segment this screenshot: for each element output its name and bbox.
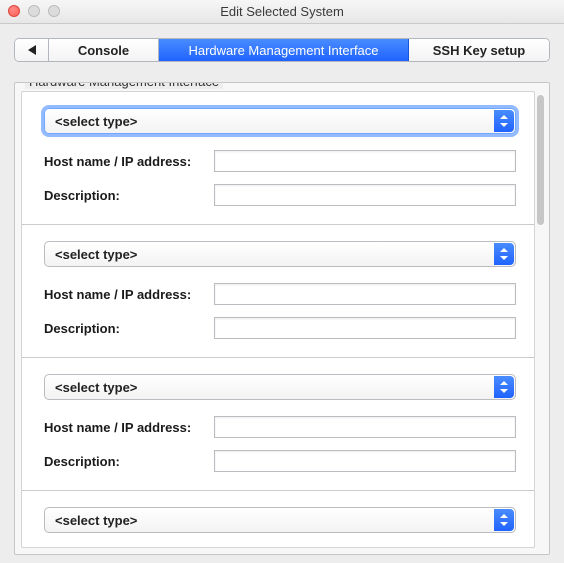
hmi-entry: <select type> Host name / IP address: De… — [22, 92, 534, 225]
host-label: Host name / IP address: — [44, 287, 214, 302]
tab-ssh-key-setup[interactable]: SSH Key setup — [409, 39, 549, 61]
minimize-window-button[interactable] — [28, 5, 40, 17]
hmi-groupbox: Hardware Management Interface <select ty… — [14, 82, 550, 555]
host-input[interactable] — [214, 283, 516, 305]
type-select-value: <select type> — [55, 247, 137, 262]
type-select-value: <select type> — [55, 114, 137, 129]
host-input[interactable] — [214, 150, 516, 172]
select-arrows-icon — [494, 110, 514, 132]
back-triangle-icon — [27, 44, 37, 56]
host-input[interactable] — [214, 416, 516, 438]
description-label: Description: — [44, 454, 214, 469]
type-select-value: <select type> — [55, 513, 137, 528]
select-arrows-icon — [494, 376, 514, 398]
close-window-button[interactable] — [8, 5, 20, 17]
zoom-window-button[interactable] — [48, 5, 60, 17]
type-select-value: <select type> — [55, 380, 137, 395]
tab-bar: Console Hardware Management Interface SS… — [14, 38, 550, 62]
host-label: Host name / IP address: — [44, 420, 214, 435]
window-title: Edit Selected System — [0, 0, 564, 24]
description-label: Description: — [44, 188, 214, 203]
host-label: Host name / IP address: — [44, 154, 214, 169]
hmi-entry: <select type> Host name / IP address: De… — [22, 358, 534, 491]
description-label: Description: — [44, 321, 214, 336]
hmi-entry: <select type> — [22, 491, 534, 548]
scrollbar-thumb[interactable] — [537, 95, 544, 225]
description-input[interactable] — [214, 184, 516, 206]
type-select[interactable]: <select type> — [44, 374, 516, 400]
type-select[interactable]: <select type> — [44, 108, 516, 134]
type-select[interactable]: <select type> — [44, 507, 516, 533]
description-input[interactable] — [214, 317, 516, 339]
groupbox-title: Hardware Management Interface — [25, 82, 223, 89]
type-select[interactable]: <select type> — [44, 241, 516, 267]
tab-hardware-management-interface[interactable]: Hardware Management Interface — [159, 39, 409, 61]
hmi-entry: <select type> Host name / IP address: De… — [22, 225, 534, 358]
tab-console[interactable]: Console — [49, 39, 159, 61]
back-button[interactable] — [15, 39, 49, 61]
description-input[interactable] — [214, 450, 516, 472]
select-arrows-icon — [494, 509, 514, 531]
window-controls — [8, 5, 60, 17]
select-arrows-icon — [494, 243, 514, 265]
window-titlebar: Edit Selected System — [0, 0, 564, 24]
hmi-list: <select type> Host name / IP address: De… — [21, 91, 535, 548]
